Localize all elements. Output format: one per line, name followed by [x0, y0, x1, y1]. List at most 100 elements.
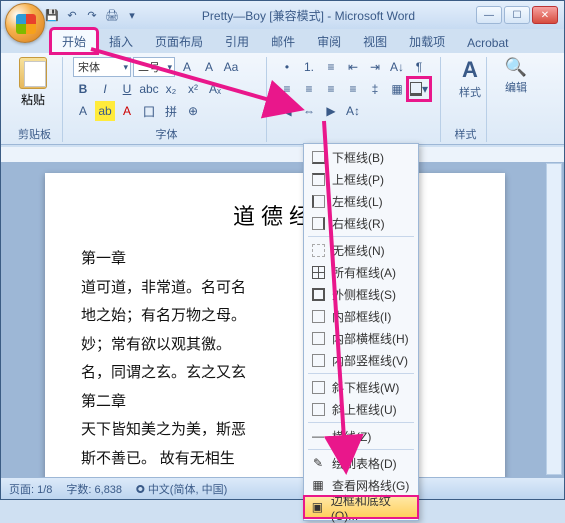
asian-sort-button[interactable]: A↕	[343, 101, 363, 121]
align-right-button[interactable]: ≡	[321, 79, 341, 99]
decrease-indent-button[interactable]: ⇤	[343, 57, 363, 77]
change-case-icon[interactable]: Aa	[221, 57, 241, 77]
menu-horizontal-line[interactable]: —横线(Z)	[304, 425, 418, 447]
menu-draw-table[interactable]: ✎绘制表格(D)	[304, 452, 418, 474]
highlight-button[interactable]: ab	[95, 101, 115, 121]
menu-left-border[interactable]: 左框线(L)	[304, 190, 418, 212]
menu-borders-shading[interactable]: ▣边框和底纹(O)...	[304, 496, 418, 518]
styles-icon: A	[462, 57, 478, 83]
office-button[interactable]	[5, 3, 45, 43]
borders-icon	[410, 82, 422, 96]
paste-button[interactable]: 粘贴	[13, 57, 53, 108]
undo-icon[interactable]: ↶	[63, 6, 81, 24]
numbering-button[interactable]: 1.	[299, 57, 319, 77]
shrink-font-icon[interactable]: A	[199, 57, 219, 77]
tab-home[interactable]: 开始	[51, 29, 97, 53]
menu-diag-up-border[interactable]: 斜上框线(U)	[304, 398, 418, 420]
pencil-icon: ✎	[310, 455, 326, 471]
group-clipboard-label: 剪贴板	[13, 124, 56, 142]
tab-layout[interactable]: 页面布局	[145, 30, 213, 53]
text-effect-button[interactable]: A	[73, 101, 93, 121]
tab-insert[interactable]: 插入	[99, 30, 143, 53]
document-area: 道德经 第一章 道可道，非常道。名可名 天 地之始；有名万物之母。 其 妙；常有…	[1, 147, 564, 477]
minimize-button[interactable]: —	[476, 6, 502, 24]
find-icon: 🔍	[505, 57, 527, 78]
enclosed-button[interactable]: ⊕	[183, 101, 203, 121]
menu-inside-h-border[interactable]: 内部横框线(H)	[304, 327, 418, 349]
menu-inside-borders[interactable]: 内部框线(I)	[304, 305, 418, 327]
font-color-button[interactable]: A	[117, 101, 137, 121]
styles-button[interactable]: A 样式	[451, 57, 489, 124]
bold-button[interactable]: B	[73, 79, 93, 99]
menu-bottom-border[interactable]: 下框线(B)	[304, 146, 418, 168]
borders-button[interactable]: ▾	[409, 79, 429, 99]
window-title: Pretty—Boy [兼容模式] - Microsoft Word	[141, 7, 476, 24]
scrollbar-vertical[interactable]	[546, 163, 562, 475]
font-size-combo[interactable]: 二号	[133, 57, 175, 77]
tab-mail[interactable]: 邮件	[261, 30, 305, 53]
strike-button[interactable]: abc	[139, 79, 159, 99]
status-lang[interactable]: 🞉 中文(简体, 中国)	[136, 481, 227, 497]
menu-inside-v-border[interactable]: 内部竖框线(V)	[304, 349, 418, 371]
quick-access-toolbar: 💾 ↶ ↷ 🖨 ▾	[43, 6, 141, 24]
subscript-button[interactable]: x₂	[161, 79, 181, 99]
bullets-button[interactable]: •	[277, 57, 297, 77]
paste-label: 粘贴	[21, 91, 45, 108]
status-words[interactable]: 字数: 6,838	[66, 481, 122, 497]
asian-right-button[interactable]: ▶	[321, 101, 341, 121]
maximize-button[interactable]: ☐	[504, 6, 530, 24]
clear-format-button[interactable]: Aₓ	[205, 79, 225, 99]
superscript-button[interactable]: x²	[183, 79, 203, 99]
align-center-button[interactable]: ≡	[299, 79, 319, 99]
qat-more-icon[interactable]: ▾	[123, 6, 141, 24]
font-name-combo[interactable]: 宋体	[73, 57, 131, 77]
tab-review[interactable]: 审阅	[307, 30, 351, 53]
editing-label: 编辑	[505, 79, 527, 95]
styles-label: 样式	[459, 84, 481, 100]
menu-diag-down-border[interactable]: 斜下框线(W)	[304, 376, 418, 398]
ruler-horizontal[interactable]	[1, 147, 564, 163]
page[interactable]: 道德经 第一章 道可道，非常道。名可名 天 地之始；有名万物之母。 其 妙；常有…	[45, 173, 505, 477]
menu-right-border[interactable]: 右框线(R)	[304, 212, 418, 234]
clipboard-icon	[19, 57, 47, 89]
print-icon[interactable]: 🖨	[103, 6, 121, 24]
save-icon[interactable]: 💾	[43, 6, 61, 24]
sort-button[interactable]: A↓	[387, 57, 407, 77]
status-page[interactable]: 页面: 1/8	[9, 481, 52, 497]
grid-icon: ▦	[310, 477, 326, 493]
increase-indent-button[interactable]: ⇥	[365, 57, 385, 77]
char-border-button[interactable]: 囗	[139, 101, 159, 121]
tab-references[interactable]: 引用	[215, 30, 259, 53]
ribbon-tabs: 开始 插入 页面布局 引用 邮件 审阅 视图 加载项 Acrobat	[1, 29, 564, 53]
tab-acrobat[interactable]: Acrobat	[457, 33, 518, 53]
editing-button[interactable]: 🔍 编辑	[497, 57, 535, 142]
align-left-button[interactable]: ≡	[277, 79, 297, 99]
justify-button[interactable]: ≡	[343, 79, 363, 99]
show-marks-button[interactable]: ¶	[409, 57, 429, 77]
close-button[interactable]: ✕	[532, 6, 558, 24]
ribbon: 粘贴 剪贴板 宋体 二号 A A Aa B I U abc x₂	[1, 53, 564, 145]
tab-view[interactable]: 视图	[353, 30, 397, 53]
group-paragraph-label	[277, 140, 434, 142]
asian-justify-button[interactable]: ⇔	[299, 101, 319, 121]
menu-no-border[interactable]: 无框线(N)	[304, 239, 418, 261]
statusbar: 页面: 1/8 字数: 6,838 🞉 中文(简体, 中国)	[1, 477, 564, 499]
menu-outside-borders[interactable]: 外侧框线(S)	[304, 283, 418, 305]
tab-addins[interactable]: 加载项	[399, 30, 455, 53]
menu-all-borders[interactable]: 所有框线(A)	[304, 261, 418, 283]
line-spacing-button[interactable]: ‡	[365, 79, 385, 99]
pinyin-button[interactable]: 拼	[161, 101, 181, 121]
shading-button[interactable]: ▦	[387, 79, 407, 99]
menu-top-border[interactable]: 上框线(P)	[304, 168, 418, 190]
redo-icon[interactable]: ↷	[83, 6, 101, 24]
grow-font-icon[interactable]: A	[177, 57, 197, 77]
italic-button[interactable]: I	[95, 79, 115, 99]
borders-menu: 下框线(B) 上框线(P) 左框线(L) 右框线(R) 无框线(N) 所有框线(…	[303, 143, 419, 521]
asian-left-button[interactable]: ◀	[277, 101, 297, 121]
group-styles-label: 样式	[451, 124, 480, 142]
border-shading-icon: ▣	[310, 499, 325, 515]
group-font-label: 字体	[73, 124, 260, 142]
underline-button[interactable]: U	[117, 79, 137, 99]
titlebar: 💾 ↶ ↷ 🖨 ▾ Pretty—Boy [兼容模式] - Microsoft …	[1, 1, 564, 29]
multilevel-button[interactable]: ≡	[321, 57, 341, 77]
